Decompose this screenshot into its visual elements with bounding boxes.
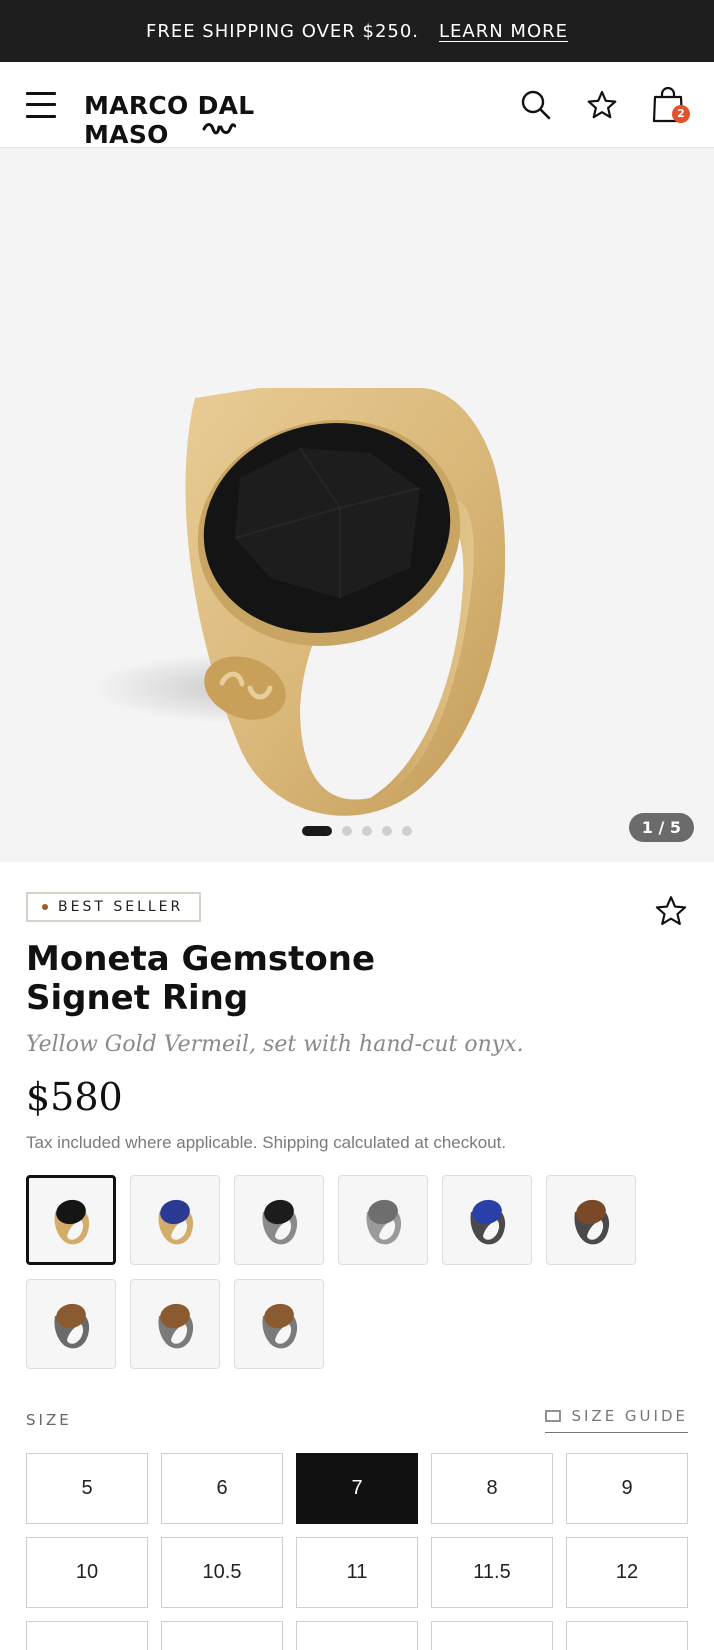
product-image — [90, 388, 506, 816]
gallery-dots — [0, 826, 714, 836]
brand-name: MARCO DAL MASO — [84, 90, 255, 149]
announcement-text: FREE SHIPPING OVER $250. — [145, 20, 420, 42]
menu-icon[interactable] — [26, 91, 56, 118]
variant-swatch[interactable] — [130, 1175, 220, 1265]
logo-mark-icon — [202, 122, 236, 134]
best-seller-badge: BEST SELLER — [26, 892, 202, 922]
size-option[interactable]: 10.5 — [161, 1537, 283, 1608]
gallery-dot[interactable] — [302, 826, 332, 836]
ring-thumbnail-icon — [262, 1199, 298, 1245]
size-options: 5 6 7 8 9 10 10.5 11 11.5 12 — [26, 1453, 688, 1650]
size-header: SIZE SIZE GUIDE — [26, 1407, 688, 1433]
product-price: $580 — [26, 1075, 123, 1119]
ring-thumbnail-icon — [158, 1199, 194, 1245]
size-option[interactable]: 7 — [296, 1453, 418, 1524]
size-option[interactable]: 12 — [566, 1537, 688, 1608]
size-option[interactable]: 10 — [26, 1537, 148, 1608]
size-label: SIZE — [26, 1411, 72, 1429]
gallery-dot[interactable] — [362, 826, 372, 836]
badge-label: BEST SELLER — [58, 899, 184, 915]
size-option[interactable] — [566, 1621, 688, 1650]
gallery-dot[interactable] — [382, 826, 392, 836]
size-option[interactable] — [431, 1621, 553, 1650]
size-option[interactable] — [296, 1621, 418, 1650]
variant-swatch[interactable] — [234, 1279, 324, 1369]
product-info: BEST SELLER Moneta Gemstone Signet Ring … — [0, 862, 714, 1650]
gallery-dot[interactable] — [402, 826, 412, 836]
variant-swatch[interactable] — [442, 1175, 532, 1265]
wishlist-star-icon[interactable] — [654, 894, 688, 933]
product-gallery[interactable]: 1 / 5 — [0, 148, 714, 862]
tax-note: Tax included where applicable. Shipping … — [26, 1133, 507, 1152]
size-option[interactable]: 9 — [566, 1453, 688, 1524]
size-option[interactable]: 8 — [431, 1453, 553, 1524]
variant-swatch[interactable] — [234, 1175, 324, 1265]
size-guide-label: SIZE GUIDE — [571, 1407, 688, 1425]
size-option[interactable]: 6 — [161, 1453, 283, 1524]
bag-icon[interactable]: 2 — [648, 85, 690, 125]
size-option[interactable]: 5 — [26, 1453, 148, 1524]
announcement-bar: FREE SHIPPING OVER $250. LEARN MORE — [0, 0, 714, 62]
cart-count-badge: 2 — [672, 104, 690, 123]
variant-swatch[interactable] — [26, 1175, 116, 1265]
badge-dot-icon — [42, 904, 48, 910]
size-option[interactable] — [26, 1621, 148, 1650]
site-header: MARCO DAL MASO 2 — [0, 62, 714, 149]
brand-logo[interactable]: MARCO DAL MASO — [84, 75, 344, 149]
gallery-counter: 1 / 5 — [628, 813, 694, 842]
search-icon[interactable] — [516, 85, 556, 125]
size-option[interactable] — [161, 1621, 283, 1650]
ring-thumbnail-icon — [470, 1199, 506, 1245]
ring-thumbnail-icon — [54, 1199, 90, 1245]
ring-thumbnail-icon — [54, 1303, 90, 1349]
ring-thumbnail-icon — [366, 1199, 402, 1245]
ring-thumbnail-icon — [158, 1303, 194, 1349]
star-icon[interactable] — [582, 85, 622, 125]
variant-swatches — [26, 1175, 688, 1369]
ring-thumbnail-icon — [574, 1199, 610, 1245]
ruler-icon — [545, 1410, 562, 1422]
product-title: Moneta Gemstone Signet Ring — [26, 939, 375, 1018]
variant-swatch[interactable] — [338, 1175, 428, 1265]
variant-swatch[interactable] — [546, 1175, 636, 1265]
product-subtitle: Yellow Gold Vermeil, set with hand-cut o… — [26, 1032, 524, 1057]
size-option[interactable]: 11.5 — [431, 1537, 553, 1608]
ring-thumbnail-icon — [262, 1303, 298, 1349]
variant-swatch[interactable] — [130, 1279, 220, 1369]
learn-more-link[interactable]: LEARN MORE — [439, 21, 568, 42]
variant-swatch[interactable] — [26, 1279, 116, 1369]
size-option[interactable]: 11 — [296, 1537, 418, 1608]
gallery-dot[interactable] — [342, 826, 352, 836]
size-guide-link[interactable]: SIZE GUIDE — [545, 1407, 688, 1433]
